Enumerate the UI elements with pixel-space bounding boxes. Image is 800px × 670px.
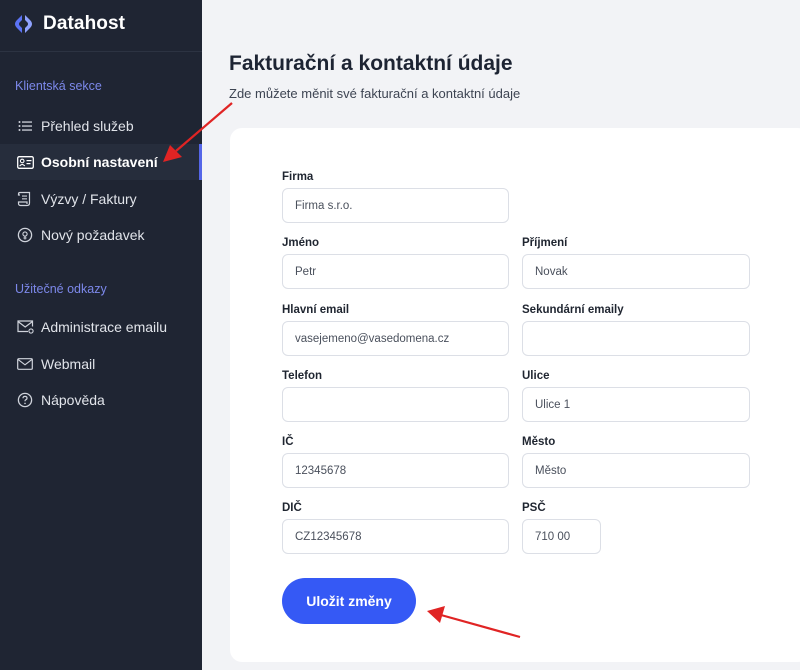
sidebar-item-label: Webmail: [41, 356, 96, 372]
mesto-label: Město: [522, 436, 556, 448]
list-icon: [16, 117, 34, 135]
sidebar-item-vyzvy-faktury[interactable]: Výzvy / Faktury: [0, 181, 202, 217]
section-title-client: Klientská sekce: [15, 79, 102, 93]
sidebar-item-prehled-sluzeb[interactable]: Přehled služeb: [0, 108, 202, 144]
sidebar-item-napoveda[interactable]: Nápověda: [0, 382, 202, 418]
field-firma: Firma: [282, 171, 509, 223]
field-hlavni-email: Hlavní email: [282, 304, 509, 356]
firma-input[interactable]: [282, 188, 509, 223]
sekundarni-emaily-input[interactable]: [522, 321, 750, 356]
datahost-logo-icon: [14, 13, 36, 35]
dic-label: DIČ: [282, 502, 302, 514]
field-dic: DIČ: [282, 502, 509, 554]
jmeno-input[interactable]: [282, 254, 509, 289]
sidebar: Datahost Klientská sekce Přehled služeb …: [0, 0, 202, 670]
field-prijmeni: Příjmení: [522, 237, 750, 289]
hlavni-email-label: Hlavní email: [282, 304, 350, 316]
field-sekundarni-emaily: Sekundární emaily: [522, 304, 750, 356]
field-psc: PSČ: [522, 502, 601, 554]
mesto-input[interactable]: [522, 453, 750, 488]
hlavni-email-input[interactable]: [282, 321, 509, 356]
ic-input[interactable]: [282, 453, 509, 488]
sidebar-item-administrace-emailu[interactable]: Administrace emailu: [0, 309, 202, 345]
field-mesto: Město: [522, 436, 750, 488]
page-title: Fakturační a kontaktní údaje: [229, 52, 513, 75]
psc-label: PSČ: [522, 502, 546, 514]
sidebar-divider: [0, 51, 202, 52]
sidebar-item-label: Přehled služeb: [41, 118, 134, 134]
jmeno-label: Jméno: [282, 237, 320, 249]
ulice-input[interactable]: [522, 387, 750, 422]
field-ulice: Ulice: [522, 370, 750, 422]
field-jmeno: Jméno: [282, 237, 509, 289]
firma-label: Firma: [282, 171, 314, 183]
id-card-icon: [16, 153, 34, 171]
field-telefon: Telefon: [282, 370, 509, 422]
prijmeni-input[interactable]: [522, 254, 750, 289]
section-title-links: Užitečné odkazy: [15, 282, 107, 296]
field-ic: IČ: [282, 436, 509, 488]
telefon-label: Telefon: [282, 370, 323, 382]
psc-input[interactable]: [522, 519, 601, 554]
sidebar-item-label: Nový požadavek: [41, 227, 145, 243]
ulice-label: Ulice: [522, 370, 550, 382]
telefon-input[interactable]: [282, 387, 509, 422]
billing-form-card: Firma Jméno Příjmení Hlavní email Sekund…: [230, 128, 800, 662]
sidebar-item-osobni-nastaveni[interactable]: Osobní nastavení: [0, 144, 202, 180]
sekundarni-emaily-label: Sekundární emaily: [522, 304, 624, 316]
sidebar-item-novy-pozadavek[interactable]: Nový požadavek: [0, 217, 202, 253]
page-subtitle: Zde můžete měnit své fakturační a kontak…: [229, 86, 521, 101]
sidebar-item-label: Administrace emailu: [41, 319, 168, 335]
ic-label: IČ: [282, 436, 294, 448]
sidebar-item-label: Nápověda: [41, 392, 105, 408]
support-icon: [16, 226, 34, 244]
envelope-icon: [16, 355, 34, 373]
mail-admin-icon: [16, 318, 34, 336]
sidebar-item-webmail[interactable]: Webmail: [0, 346, 202, 382]
brand-logo[interactable]: Datahost: [14, 10, 125, 38]
prijmeni-label: Příjmení: [522, 237, 568, 249]
sidebar-item-label: Osobní nastavení: [41, 154, 158, 170]
sidebar-item-label: Výzvy / Faktury: [41, 191, 137, 207]
save-changes-button[interactable]: Uložit změny: [282, 578, 416, 624]
main-content: Fakturační a kontaktní údaje Zde můžete …: [202, 0, 800, 670]
invoice-icon: [16, 190, 34, 208]
dic-input[interactable]: [282, 519, 509, 554]
brand-name: Datahost: [43, 13, 126, 34]
help-icon: [16, 391, 34, 409]
